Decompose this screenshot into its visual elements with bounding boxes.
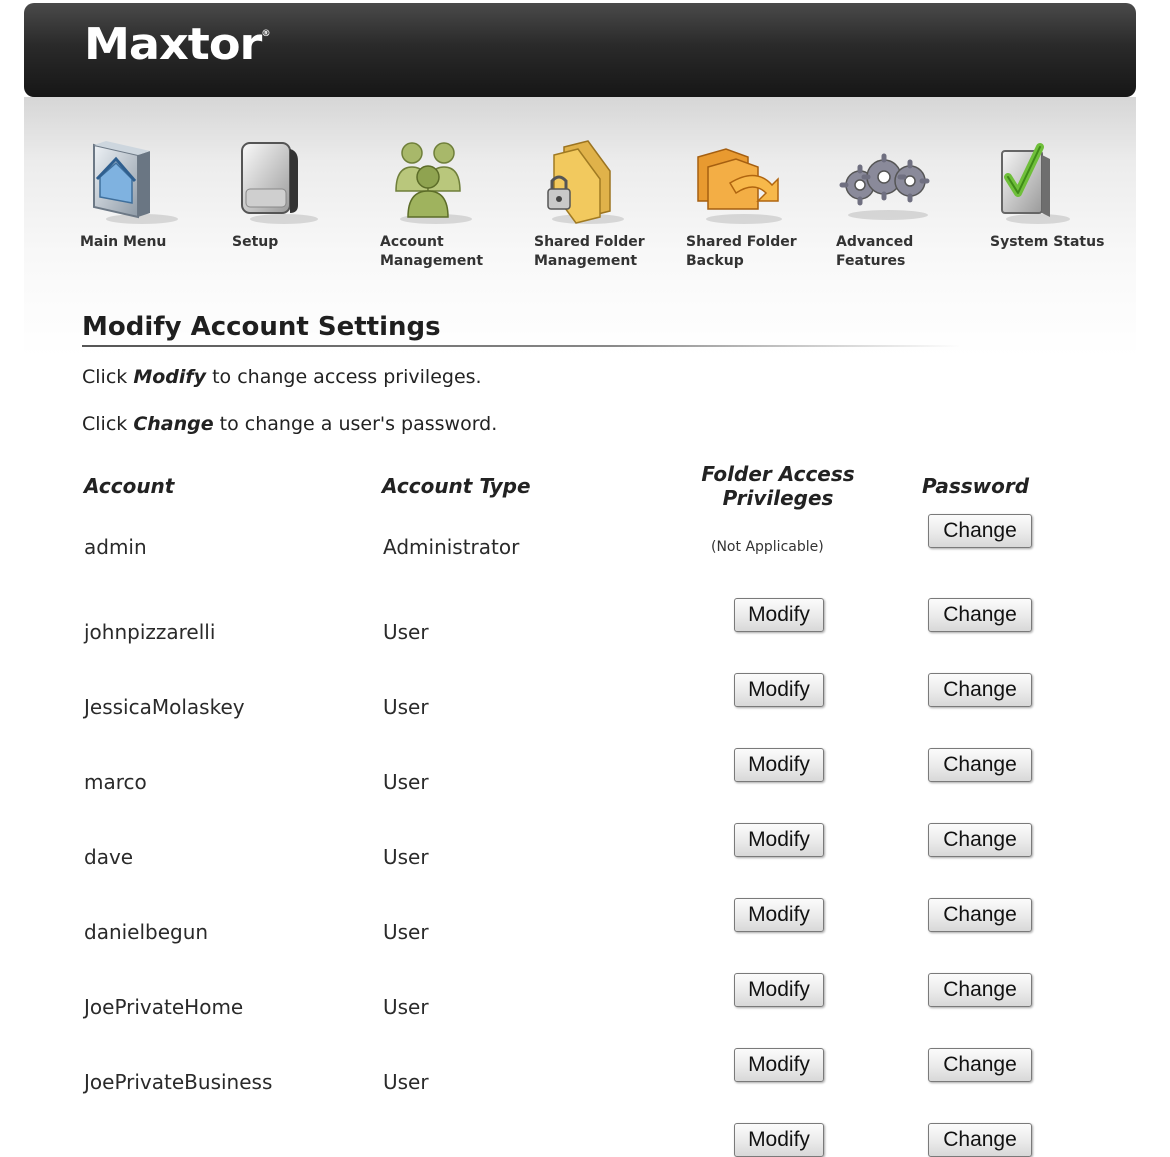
- nav-label: Shared Folder Backup: [686, 234, 797, 269]
- modify-button[interactable]: Modify: [734, 1048, 824, 1082]
- account-name: marco: [84, 770, 147, 794]
- nav-label: Advanced Features: [836, 234, 914, 269]
- account-name: admin: [84, 535, 147, 559]
- instruction-keyword: Change: [133, 413, 214, 435]
- account-type: User: [383, 770, 429, 794]
- title-divider: [82, 345, 962, 347]
- instruction-change: Click Change to change a user's password…: [82, 413, 497, 435]
- shared-folder-backup-icon: [686, 137, 786, 227]
- account-type: User: [383, 845, 429, 869]
- change-password-button[interactable]: Change: [928, 1123, 1032, 1157]
- account-name: JoePrivateBusiness: [84, 1070, 273, 1094]
- modify-button[interactable]: Modify: [734, 673, 824, 707]
- column-header-account-type: Account Type: [382, 474, 531, 498]
- modify-button[interactable]: Modify: [734, 823, 824, 857]
- setup-icon: [232, 137, 332, 227]
- main-menu-icon: [80, 137, 180, 227]
- instruction-text: Click: [82, 413, 134, 435]
- modify-button[interactable]: Modify: [734, 898, 824, 932]
- nav-label: Main Menu: [80, 234, 167, 250]
- change-password-button[interactable]: Change: [928, 673, 1032, 707]
- system-status-icon: [990, 137, 1090, 227]
- page-title: Modify Account Settings: [82, 312, 441, 342]
- account-name: johnpizzarelli: [84, 620, 216, 644]
- column-header-folder-access: Folder Access Privileges: [701, 462, 855, 510]
- folder-access-not-applicable: (Not Applicable): [711, 539, 824, 555]
- maxtor-logo: Maxtor®: [84, 19, 271, 70]
- account-type: User: [383, 920, 429, 944]
- nav-label: System Status: [990, 234, 1105, 250]
- column-header-password: Password: [922, 474, 1030, 498]
- modify-button[interactable]: Modify: [734, 973, 824, 1007]
- change-password-button[interactable]: Change: [928, 598, 1032, 632]
- modify-button[interactable]: Modify: [734, 598, 824, 632]
- column-header-account: Account: [84, 474, 175, 498]
- account-name: JoePrivateHome: [84, 995, 244, 1019]
- account-name: danielbegun: [84, 920, 209, 944]
- account-type: User: [383, 620, 429, 644]
- shared-folder-management-icon: [534, 137, 634, 227]
- logo-registered-mark: ®: [261, 29, 270, 39]
- instruction-text: to change access privileges.: [206, 366, 482, 388]
- advanced-features-icon: [836, 137, 936, 227]
- instruction-modify: Click Modify to change access privileges…: [82, 366, 482, 388]
- change-password-button[interactable]: Change: [928, 823, 1032, 857]
- change-password-button[interactable]: Change: [928, 748, 1032, 782]
- account-management-icon: [380, 137, 480, 227]
- account-name: dave: [84, 845, 134, 869]
- nav-label: Account Management: [380, 234, 484, 269]
- instruction-keyword: Modify: [133, 366, 207, 388]
- change-password-button[interactable]: Change: [928, 898, 1032, 932]
- nav-label: Shared Folder Management: [534, 234, 645, 269]
- account-type: User: [383, 995, 429, 1019]
- change-password-button[interactable]: Change: [928, 1048, 1032, 1082]
- nav-label: Setup: [232, 234, 279, 250]
- change-password-button[interactable]: Change: [928, 514, 1032, 548]
- modify-button[interactable]: Modify: [734, 748, 824, 782]
- account-name: JessicaMolaskey: [84, 695, 245, 719]
- account-type: Administrator: [383, 535, 520, 559]
- account-type: User: [383, 695, 429, 719]
- modify-button[interactable]: Modify: [734, 1123, 824, 1157]
- instruction-text: Click: [82, 366, 134, 388]
- header-bar: Maxtor®: [24, 3, 1136, 97]
- logo-text: Maxtor: [84, 19, 262, 70]
- change-password-button[interactable]: Change: [928, 973, 1032, 1007]
- account-type: User: [383, 1070, 429, 1094]
- instruction-text: to change a user's password.: [213, 413, 498, 435]
